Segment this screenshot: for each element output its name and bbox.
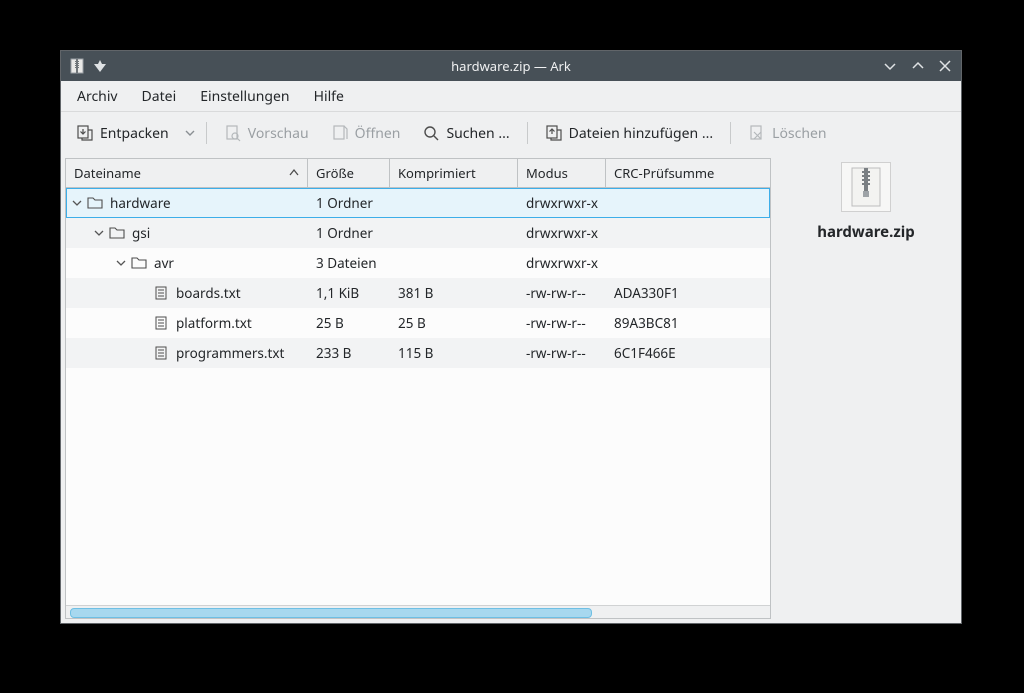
table-row[interactable]: gsi 1 Ordner drwxrwxr-x	[66, 218, 770, 248]
open-button: Öffnen	[322, 119, 410, 148]
open-label: Öffnen	[355, 124, 401, 143]
window-title: hardware.zip — Ark	[61, 57, 961, 75]
cell-size: 3 Dateien	[308, 254, 390, 272]
col-mode[interactable]: Modus	[518, 159, 606, 187]
cell-mode: -rw-rw-r--	[518, 344, 606, 362]
delete-button: Löschen	[739, 119, 835, 148]
cell-compressed: 25 B	[390, 314, 518, 332]
cell-crc: 89A3BC81	[606, 314, 770, 332]
file-table: Dateiname Größe Komprimiert Modus CRC-Pr…	[65, 158, 771, 619]
toolbar-sep	[527, 122, 528, 144]
cell-size: 233 B	[308, 344, 390, 362]
table-row[interactable]: boards.txt 1,1 KiB381 B-rw-rw-r--ADA330F1	[66, 278, 770, 308]
folder-icon	[86, 195, 104, 211]
cell-size: 1 Ordner	[308, 224, 390, 242]
folder-icon	[108, 225, 126, 241]
expander-icon[interactable]	[92, 228, 106, 238]
pin-icon[interactable]	[93, 59, 107, 73]
search-label: Suchen ...	[446, 124, 509, 143]
cell-mode: drwxrwxr-x	[518, 254, 606, 272]
cell-crc: ADA330F1	[606, 284, 770, 302]
cell-size: 1 Ordner	[308, 194, 390, 212]
add-files-label: Dateien hinzufügen ...	[569, 124, 714, 143]
scrollbar-thumb[interactable]	[70, 608, 592, 618]
cell-size: 1,1 KiB	[308, 284, 390, 302]
menu-file[interactable]: Datei	[132, 83, 187, 110]
app-icon	[69, 58, 85, 74]
close-button[interactable]	[939, 60, 951, 72]
file-name: avr	[154, 254, 174, 272]
table-row[interactable]: avr 3 Dateien drwxrwxr-x	[66, 248, 770, 278]
cell-mode: drwxrwxr-x	[518, 194, 606, 212]
file-list-pane: Dateiname Größe Komprimiert Modus CRC-Pr…	[61, 154, 771, 623]
table-row[interactable]: programmers.txt 233 B115 B-rw-rw-r--6C1F4…	[66, 338, 770, 368]
table-body[interactable]: hardware 1 Ordner drwxrwxr-x gsi 1 Ordner drw…	[66, 188, 770, 605]
add-files-button[interactable]: Dateien hinzufügen ...	[536, 119, 723, 148]
file-icon	[152, 345, 170, 361]
table-row[interactable]: hardware 1 Ordner drwxrwxr-x	[66, 188, 770, 218]
expander-icon[interactable]	[114, 258, 128, 268]
sort-asc-icon	[289, 164, 299, 182]
titlebar: hardware.zip — Ark	[61, 51, 961, 81]
extract-button[interactable]: Entpacken	[67, 119, 178, 148]
search-button[interactable]: Suchen ...	[413, 119, 518, 148]
file-name: programmers.txt	[176, 344, 284, 362]
preview-label: Vorschau	[248, 124, 309, 143]
minimize-button[interactable]	[883, 59, 897, 73]
cell-mode: -rw-rw-r--	[518, 284, 606, 302]
menubar: Archiv Datei Einstellungen Hilfe	[61, 81, 961, 112]
cell-compressed: 381 B	[390, 284, 518, 302]
toolbar-sep	[206, 122, 207, 144]
body: Dateiname Größe Komprimiert Modus CRC-Pr…	[61, 154, 961, 623]
file-name: gsi	[132, 224, 150, 242]
file-name: platform.txt	[176, 314, 252, 332]
cell-size: 25 B	[308, 314, 390, 332]
toolbar: Entpacken Vorschau Öffnen Suchen ... Dat…	[61, 112, 961, 154]
maximize-button[interactable]	[911, 59, 925, 73]
delete-label: Löschen	[772, 124, 826, 143]
expander-icon[interactable]	[70, 198, 84, 208]
col-size[interactable]: Größe	[308, 159, 390, 187]
archive-icon	[841, 162, 891, 212]
toolbar-sep	[730, 122, 731, 144]
horizontal-scrollbar[interactable]	[66, 605, 770, 618]
col-compressed[interactable]: Komprimiert	[390, 159, 518, 187]
extract-label: Entpacken	[100, 124, 169, 143]
cell-compressed: 115 B	[390, 344, 518, 362]
table-row[interactable]: platform.txt25 B25 B-rw-rw-r--89A3BC81	[66, 308, 770, 338]
info-pane: hardware.zip	[771, 154, 961, 623]
menu-help[interactable]: Hilfe	[304, 83, 354, 110]
col-name[interactable]: Dateiname	[66, 159, 308, 187]
table-header: Dateiname Größe Komprimiert Modus CRC-Pr…	[66, 159, 770, 188]
folder-icon	[130, 255, 148, 271]
app-window: hardware.zip — Ark Archiv Datei Einstell…	[60, 50, 962, 624]
cell-mode: -rw-rw-r--	[518, 314, 606, 332]
menu-settings[interactable]: Einstellungen	[190, 83, 299, 110]
file-icon	[152, 285, 170, 301]
file-name: hardware	[110, 194, 171, 212]
file-icon	[152, 315, 170, 331]
archive-name: hardware.zip	[817, 222, 914, 242]
cell-crc: 6C1F466E	[606, 344, 770, 362]
file-name: boards.txt	[176, 284, 241, 302]
extract-dropdown[interactable]	[182, 127, 198, 139]
col-crc[interactable]: CRC-Prüfsumme	[606, 159, 770, 187]
cell-mode: drwxrwxr-x	[518, 224, 606, 242]
menu-archive[interactable]: Archiv	[67, 83, 128, 110]
preview-button: Vorschau	[215, 119, 318, 148]
